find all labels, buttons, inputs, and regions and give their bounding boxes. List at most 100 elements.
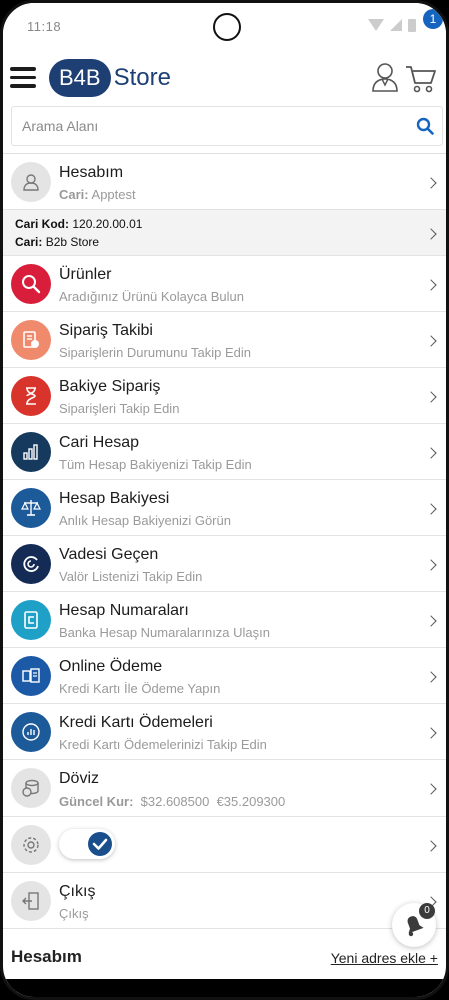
menu-item-online-odeme[interactable]: Online Ödeme Kredi Kartı İle Ödeme Yapın <box>3 648 446 704</box>
menu-item-title: Bakiye Sipariş <box>59 378 161 395</box>
menu-item-subtitle: Kredi Kartı Ödemelerinizi Takip Edin <box>59 737 267 752</box>
rate-label: Güncel Kur: <box>59 794 134 809</box>
hourglass-icon <box>11 376 51 416</box>
search-input[interactable] <box>22 107 402 145</box>
cart-count-badge: 1 <box>423 9 443 29</box>
logout-icon <box>11 881 51 921</box>
menu-item-siparis-takibi[interactable]: Sipariş Takibi Siparişlerin Durumunu Tak… <box>3 312 446 368</box>
chevron-right-icon <box>425 279 437 291</box>
check-icon <box>88 832 112 856</box>
search-icon[interactable] <box>416 117 434 135</box>
app-logo[interactable]: B4B Store <box>49 59 171 97</box>
currency-title: Döviz <box>59 770 100 787</box>
bank-account-icon <box>11 600 51 640</box>
usd-rate: $32.608500 <box>140 794 210 809</box>
menu-item-subtitle: Banka Hesap Numaralarınıza Ulaşın <box>59 625 270 640</box>
battery-icon <box>408 19 416 32</box>
logout-title: Çıkış <box>59 883 96 900</box>
toggle-switch[interactable] <box>59 829 115 859</box>
account-sub-value: Apptest <box>91 187 136 202</box>
phone-screen: 11:18 B4B Store 1 Arama Alanı Hesabım Ca… <box>0 0 449 1000</box>
chevron-right-icon <box>425 840 437 852</box>
menu-item-title: Hesap Numaraları <box>59 602 189 619</box>
cart-icon[interactable] <box>405 63 437 93</box>
status-bar: 11:18 <box>3 3 446 51</box>
menu-item-subtitle: Siparişlerin Durumunu Takip Edin <box>59 345 251 360</box>
menu-item-urunler[interactable]: Ürünler Aradığınız Ürünü Kolayca Bulun <box>3 256 446 312</box>
menu-item-subtitle: Aradığınız Ürünü Kolayca Bulun <box>59 289 244 304</box>
cari-label: Cari: <box>15 235 43 249</box>
settings-gear-icon <box>11 825 51 865</box>
app-header: B4B Store <box>3 51 446 106</box>
signal-icon <box>390 19 402 31</box>
bottom-bar <box>3 979 446 997</box>
cari-line: Cari: B2b Store <box>15 235 99 249</box>
search-bar <box>11 106 443 146</box>
chevron-right-icon <box>425 335 437 347</box>
menu-item-hesap-bakiyesi[interactable]: Hesap Bakiyesi Anlık Hesap Bakiyenizi Gö… <box>3 480 446 536</box>
chevron-right-icon <box>425 177 437 189</box>
logout-row[interactable]: Çıkış Çıkış <box>3 873 446 929</box>
menu-item-subtitle: Valör Listenizi Takip Edin <box>59 569 203 584</box>
menu-item-title: Vadesi Geçen <box>59 546 159 563</box>
chevron-right-icon <box>425 228 437 240</box>
menu-item-title: Kredi Kartı Ödemeleri <box>59 714 213 731</box>
coins-icon <box>11 768 51 808</box>
due-icon <box>11 544 51 584</box>
card-payments-icon <box>11 712 51 752</box>
currency-row[interactable]: Döviz Güncel Kur: $32.608500 €35.209300 <box>3 760 446 817</box>
chevron-right-icon <box>425 447 437 459</box>
balance-scale-icon <box>11 488 51 528</box>
menu-item-vadesi-gecen[interactable]: Vadesi Geçen Valör Listenizi Takip Edin <box>3 536 446 592</box>
cari-kod-label: Cari Kod: <box>15 217 69 231</box>
logout-subtitle: Çıkış <box>59 906 89 921</box>
logo-b4b: B4B <box>49 59 111 97</box>
account-sub-label: Cari: <box>59 187 89 202</box>
menu-item-title: Sipariş Takibi <box>59 322 153 339</box>
status-time: 11:18 <box>27 19 62 34</box>
menu-item-title: Ürünler <box>59 266 112 283</box>
wifi-icon <box>368 19 384 31</box>
menu-item-kredi-karti-odemeleri[interactable]: Kredi Kartı Ödemeleri Kredi Kartı Ödemel… <box>3 704 446 760</box>
currency-rates: Güncel Kur: $32.608500 €35.209300 <box>59 794 285 809</box>
chevron-right-icon <box>425 503 437 515</box>
notification-count-badge: 0 <box>419 903 435 919</box>
status-icons <box>368 19 416 32</box>
order-tracking-icon <box>11 320 51 360</box>
cari-value: B2b Store <box>45 235 100 249</box>
online-payment-icon <box>11 656 51 696</box>
menu-item-title: Online Ödeme <box>59 658 163 675</box>
menu-item-cari-hesap[interactable]: Cari Hesap Tüm Hesap Bakiyenizi Takip Ed… <box>3 424 446 480</box>
chevron-right-icon <box>425 559 437 571</box>
menu-item-subtitle: Anlık Hesap Bakiyenizi Görün <box>59 513 231 528</box>
account-avatar-icon <box>11 162 51 202</box>
account-title: Hesabım <box>59 164 124 181</box>
search-icon <box>11 264 51 304</box>
chevron-right-icon <box>425 671 437 683</box>
eur-rate: €35.209300 <box>216 794 286 809</box>
logo-store: Store <box>113 64 171 91</box>
chevron-right-icon <box>425 615 437 627</box>
settings-row[interactable] <box>3 817 446 873</box>
menu-item-subtitle: Tüm Hesap Bakiyenizi Takip Edin <box>59 457 252 472</box>
menu-item-subtitle: Kredi Kartı İle Ödeme Yapın <box>59 681 221 696</box>
section-title: Hesabım <box>11 947 82 966</box>
account-subtitle: Cari: Apptest <box>59 187 136 202</box>
user-icon[interactable] <box>370 61 400 93</box>
bar-chart-icon <box>11 432 51 472</box>
menu-item-bakiye-siparis[interactable]: Bakiye Sipariş Siparişleri Takip Edin <box>3 368 446 424</box>
add-address-link[interactable]: Yeni adres ekle + <box>331 950 438 966</box>
cari-kod-value: 120.20.00.01 <box>72 217 143 231</box>
menu-item-title: Hesap Bakiyesi <box>59 490 170 507</box>
menu-item-subtitle: Siparişleri Takip Edin <box>59 401 180 416</box>
account-row[interactable]: Hesabım Cari: Apptest <box>3 154 446 210</box>
chevron-right-icon <box>425 783 437 795</box>
menu-icon[interactable] <box>10 67 36 89</box>
menu-item-hesap-numaralari[interactable]: Hesap Numaraları Banka Hesap Numaraların… <box>3 592 446 648</box>
cari-kod-line: Cari Kod: 120.20.00.01 <box>15 217 142 231</box>
chevron-right-icon <box>425 727 437 739</box>
front-camera <box>213 13 241 41</box>
chevron-right-icon <box>425 391 437 403</box>
menu-item-title: Cari Hesap <box>59 434 140 451</box>
cari-info-box[interactable]: Cari Kod: 120.20.00.01 Cari: B2b Store <box>3 210 446 256</box>
